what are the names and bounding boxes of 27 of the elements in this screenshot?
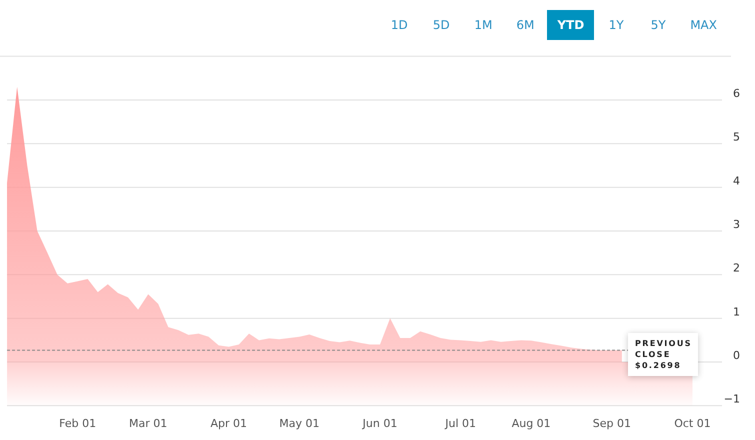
tooltip-label: PREVIOUS CLOSE — [635, 338, 693, 360]
x-axis-label: Aug 01 — [512, 417, 551, 430]
x-axis-label: Jun 01 — [362, 417, 398, 430]
y-axis-label: 6 — [733, 86, 740, 100]
range-tab[interactable]: 1D — [379, 10, 420, 40]
x-axis-label: May 01 — [279, 417, 320, 430]
y-axis-label: 2 — [733, 262, 740, 275]
range-tab[interactable]: YTD — [547, 10, 594, 40]
range-tab[interactable]: 1Y — [596, 10, 636, 40]
x-axis-label: Jul 01 — [445, 417, 476, 430]
y-axis-label: 5 — [733, 130, 740, 144]
x-axis-label: Sep 01 — [592, 417, 631, 430]
y-axis-label: 3 — [733, 218, 740, 231]
range-tab[interactable]: 5Y — [638, 10, 678, 40]
range-tab[interactable]: 1M — [463, 10, 504, 40]
x-axis-label: Feb 01 — [59, 417, 96, 430]
range-tab[interactable]: 5D — [421, 10, 462, 40]
x-axis-label: Oct 01 — [674, 417, 711, 430]
y-axis-label: −1 — [724, 392, 740, 406]
tooltip-value: $0.2698 — [635, 360, 682, 371]
range-tab[interactable]: MAX — [680, 10, 727, 40]
y-axis-label: 0 — [733, 349, 740, 362]
y-axis-label: 4 — [733, 174, 740, 188]
range-tab[interactable]: 6M — [505, 10, 546, 40]
x-axis-label: Apr 01 — [210, 417, 248, 430]
x-axis-label: Mar 01 — [129, 417, 168, 430]
y-axis-label: 1 — [733, 305, 740, 318]
